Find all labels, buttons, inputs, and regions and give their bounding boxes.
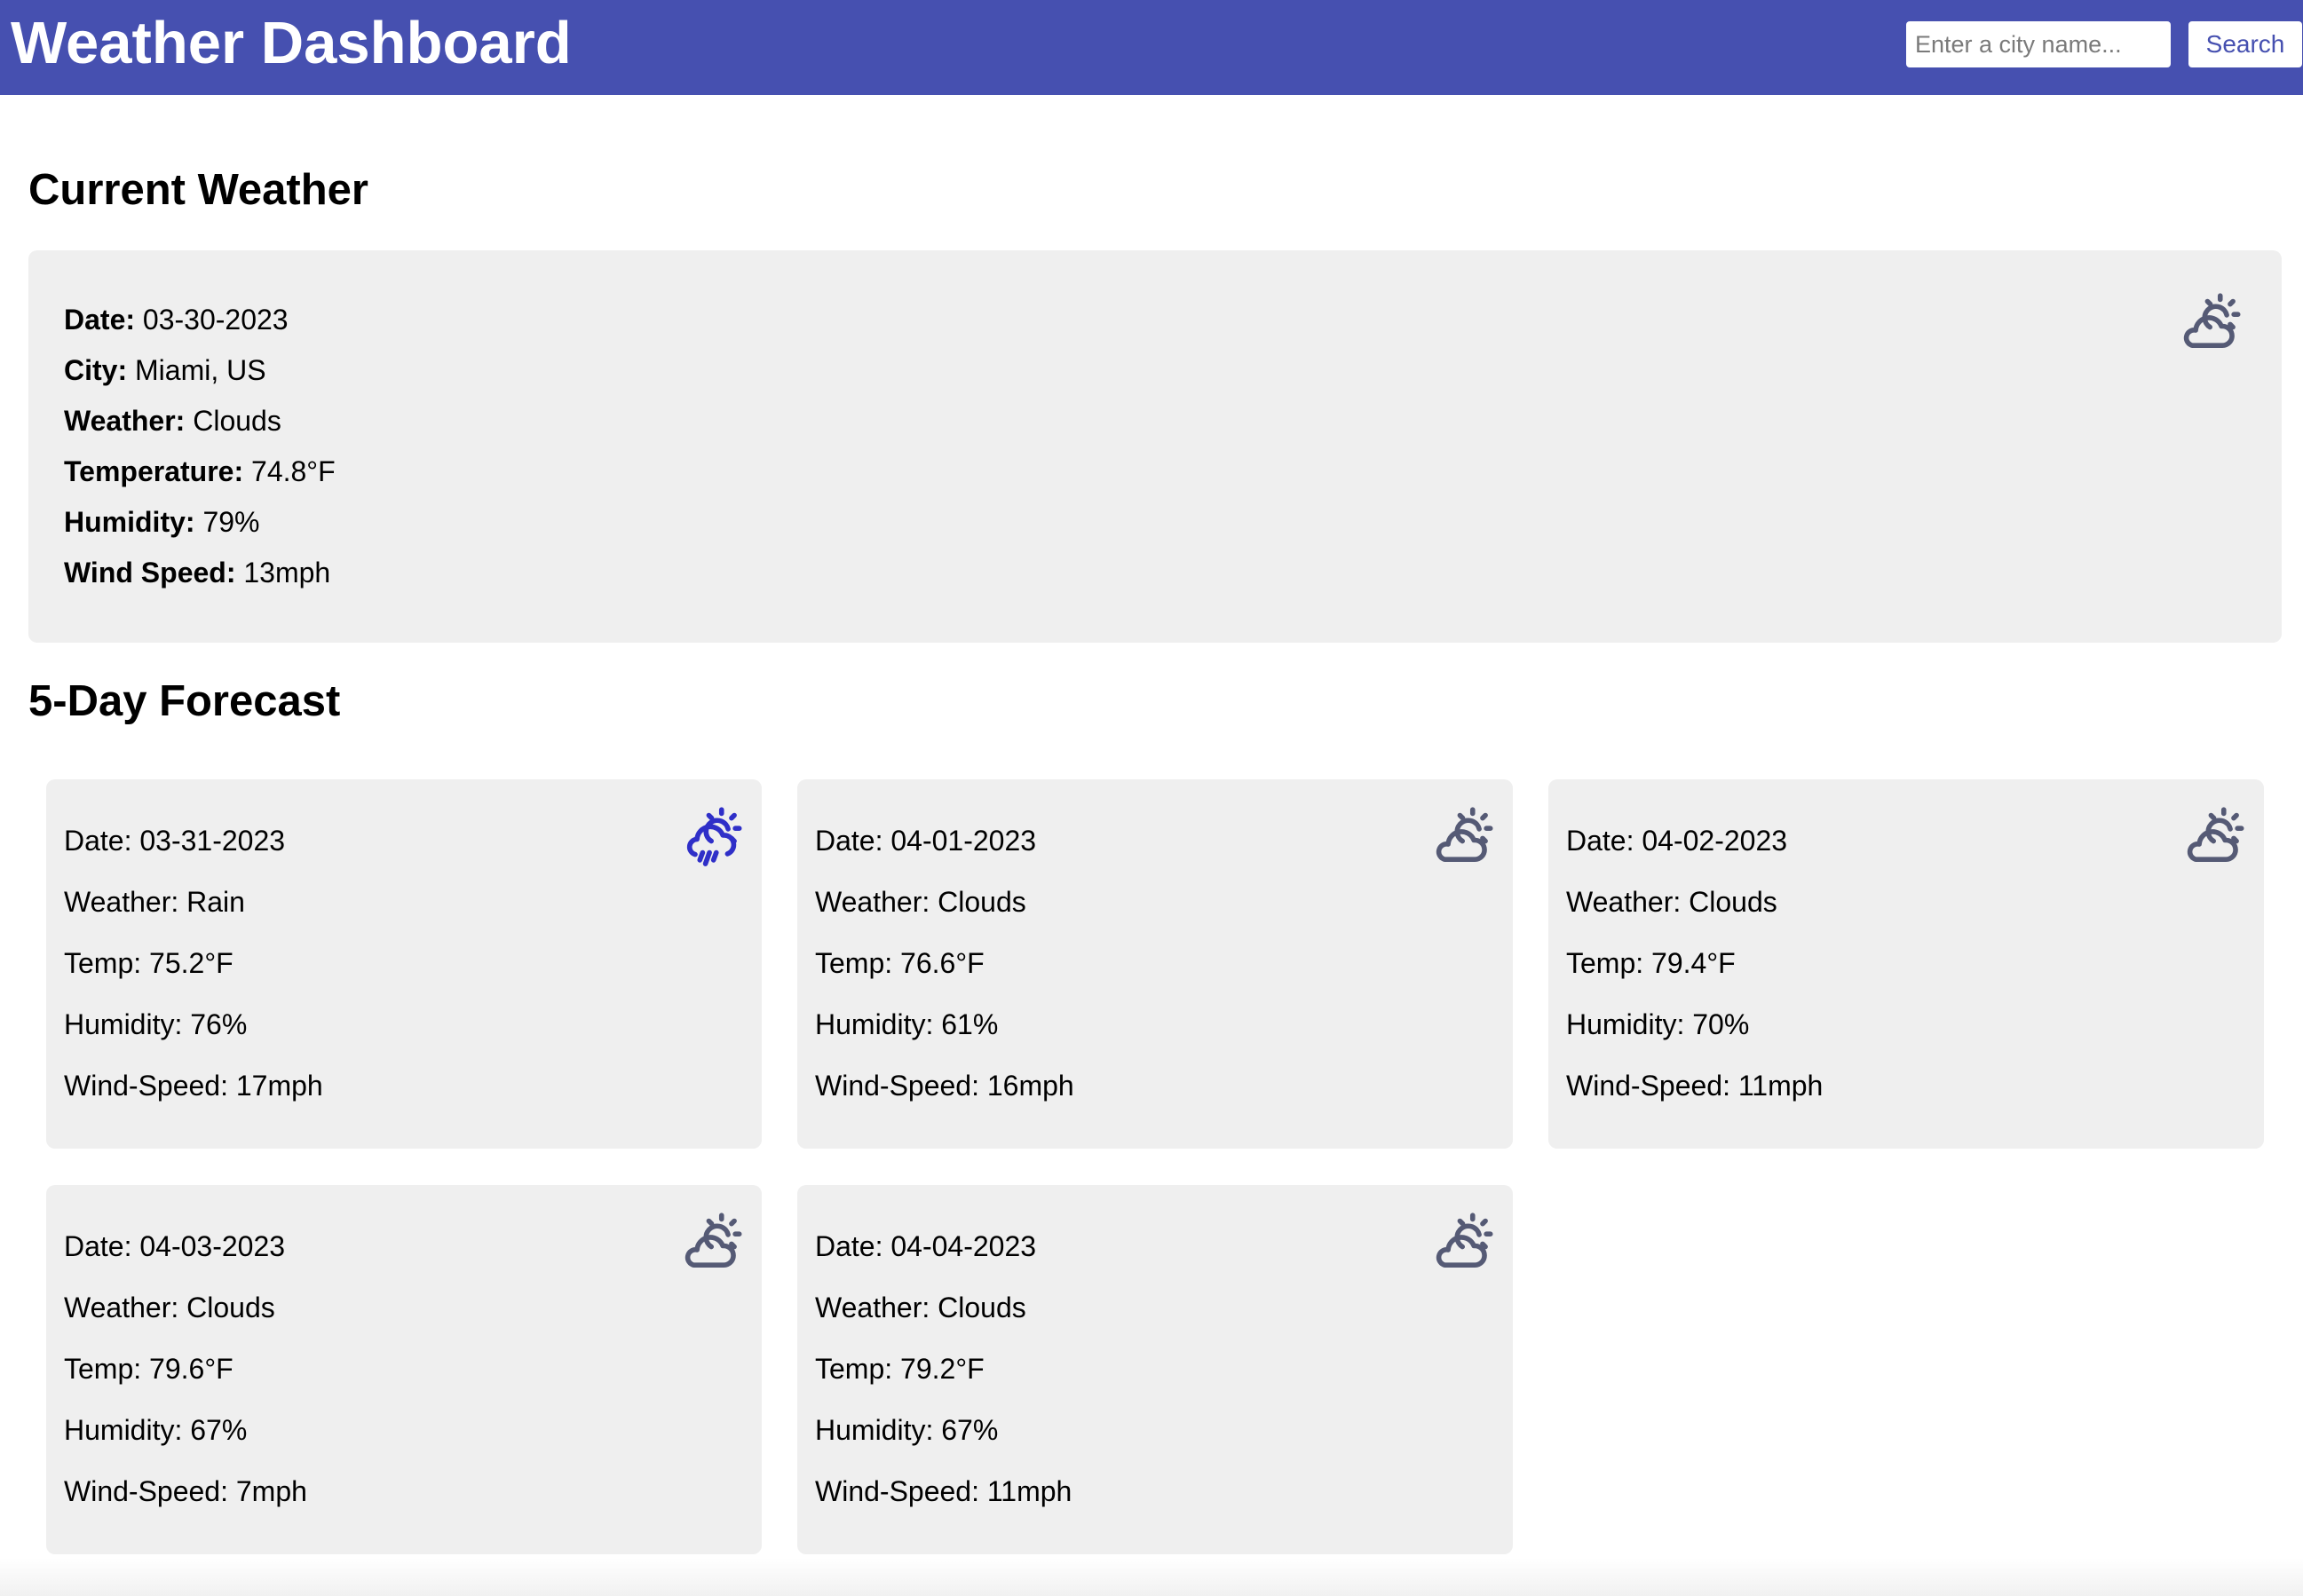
current-date-value: 03-30-2023 bbox=[142, 304, 289, 336]
forecast-temp: Temp: 76.6°F bbox=[815, 947, 985, 979]
forecast-card: Date: 03-31-2023 Weather: Rain Temp: 75.… bbox=[46, 779, 762, 1149]
forecast-card: Date: 04-03-2023 Weather: Clouds Temp: 7… bbox=[46, 1185, 762, 1554]
current-wind-label: Wind Speed: bbox=[64, 557, 236, 589]
cloud-sun-icon bbox=[677, 1205, 751, 1280]
cloud-sun-rain-icon bbox=[677, 800, 751, 874]
forecast-weather: Weather: Clouds bbox=[64, 1292, 275, 1323]
city-search-input[interactable] bbox=[1906, 21, 2171, 67]
current-weather-card: Date: 03-30-2023 City: Miami, US Weather… bbox=[28, 250, 2282, 643]
forecast-weather: Weather: Clouds bbox=[1566, 886, 1777, 918]
current-wind-speed: Wind Speed: 13mph bbox=[64, 555, 330, 590]
current-weather-heading: Current Weather bbox=[28, 166, 369, 214]
current-weather-label: Weather: bbox=[64, 405, 186, 437]
cloud-sun-icon bbox=[1428, 800, 1502, 874]
current-wind-value: 13mph bbox=[243, 557, 331, 589]
forecast-wind: Wind-Speed: 7mph bbox=[64, 1475, 307, 1507]
current-city-value: Miami, US bbox=[135, 354, 266, 386]
forecast-heading: 5-Day Forecast bbox=[28, 677, 341, 725]
forecast-card: Date: 04-02-2023 Weather: Clouds Temp: 7… bbox=[1548, 779, 2264, 1149]
forecast-humidity: Humidity: 61% bbox=[815, 1008, 999, 1040]
cloud-sun-icon bbox=[2175, 286, 2250, 360]
forecast-wind: Wind-Speed: 17mph bbox=[64, 1070, 323, 1102]
forecast-weather: Weather: Clouds bbox=[815, 886, 1026, 918]
forecast-date: Date: 04-01-2023 bbox=[815, 825, 1037, 857]
forecast-temp: Temp: 79.6°F bbox=[64, 1353, 233, 1385]
current-city-label: City: bbox=[64, 354, 128, 386]
forecast-humidity: Humidity: 70% bbox=[1566, 1008, 1750, 1040]
forecast-temp: Temp: 79.2°F bbox=[815, 1353, 985, 1385]
current-temperature-label: Temperature: bbox=[64, 455, 244, 487]
forecast-wind: Wind-Speed: 16mph bbox=[815, 1070, 1074, 1102]
forecast-temp: Temp: 75.2°F bbox=[64, 947, 233, 979]
app-title: Weather Dashboard bbox=[11, 10, 572, 76]
search-button[interactable]: Search bbox=[2188, 21, 2302, 67]
forecast-card: Date: 04-01-2023 Weather: Clouds Temp: 7… bbox=[797, 779, 1513, 1149]
forecast-temp: Temp: 79.4°F bbox=[1566, 947, 1736, 979]
current-humidity-value: 79% bbox=[202, 506, 260, 538]
forecast-humidity: Humidity: 67% bbox=[64, 1414, 248, 1446]
forecast-humidity: Humidity: 76% bbox=[64, 1008, 248, 1040]
page-bottom-edge bbox=[0, 1558, 2303, 1596]
current-humidity-label: Humidity: bbox=[64, 506, 195, 538]
current-temperature-value: 74.8°F bbox=[251, 455, 336, 487]
current-weather: Weather: Clouds bbox=[64, 403, 281, 439]
forecast-humidity: Humidity: 67% bbox=[815, 1414, 999, 1446]
forecast-card: Date: 04-04-2023 Weather: Clouds Temp: 7… bbox=[797, 1185, 1513, 1554]
forecast-weather: Weather: Rain bbox=[64, 886, 245, 918]
forecast-weather: Weather: Clouds bbox=[815, 1292, 1026, 1323]
current-date: Date: 03-30-2023 bbox=[64, 302, 289, 337]
forecast-wind: Wind-Speed: 11mph bbox=[815, 1475, 1072, 1507]
app-header: Weather Dashboard Search bbox=[0, 0, 2303, 95]
current-date-label: Date: bbox=[64, 304, 136, 336]
current-temperature: Temperature: 74.8°F bbox=[64, 454, 336, 489]
cloud-sun-icon bbox=[2179, 800, 2253, 874]
current-humidity: Humidity: 79% bbox=[64, 504, 259, 540]
forecast-wind: Wind-Speed: 11mph bbox=[1566, 1070, 1824, 1102]
cloud-sun-icon bbox=[1428, 1205, 1502, 1280]
current-weather-value: Clouds bbox=[193, 405, 281, 437]
forecast-date: Date: 04-02-2023 bbox=[1566, 825, 1788, 857]
current-city: City: Miami, US bbox=[64, 352, 266, 388]
forecast-date: Date: 03-31-2023 bbox=[64, 825, 286, 857]
forecast-date: Date: 04-04-2023 bbox=[815, 1230, 1037, 1262]
forecast-date: Date: 04-03-2023 bbox=[64, 1230, 286, 1262]
